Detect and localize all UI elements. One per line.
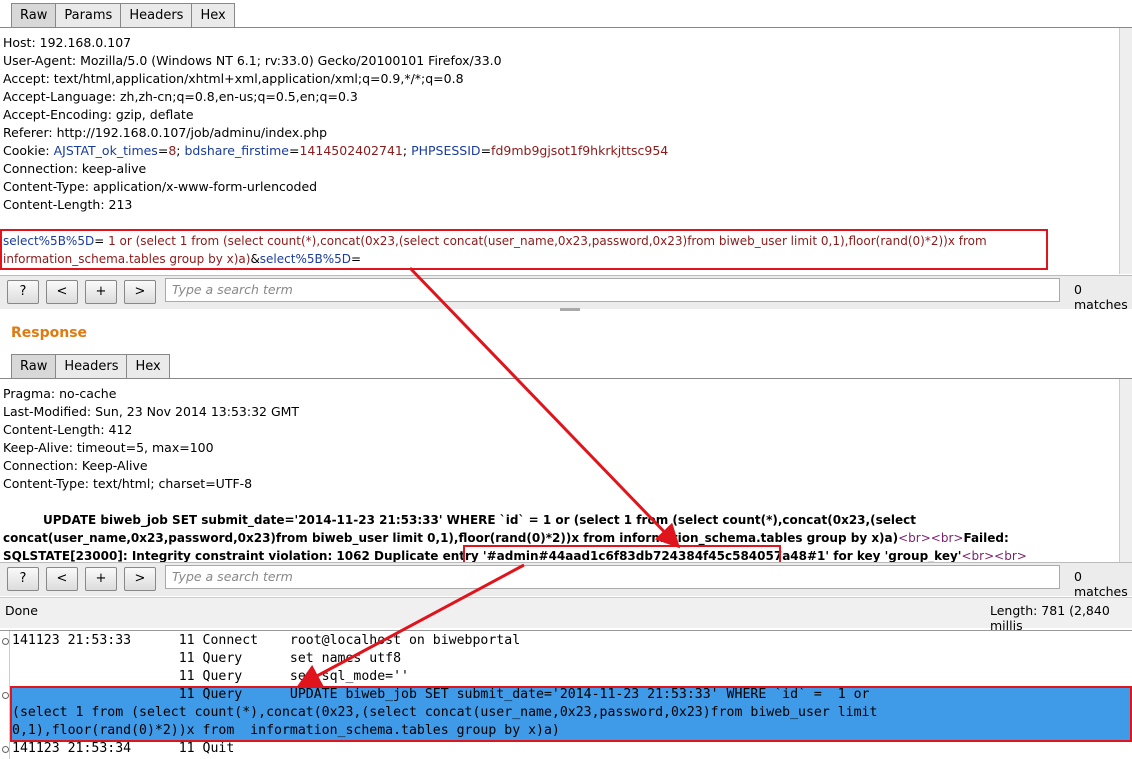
splitter-handle[interactable] [560,308,580,311]
response-scrollbar[interactable] [1119,379,1132,563]
cookie-value: 1414502402741 [299,143,403,158]
log-line: 141123 21:53:34 11 Quit [12,741,235,756]
request-header-line: Referer: http://192.168.0.107/job/adminu… [3,125,328,140]
log-line: 11 Query set names utf8 [12,651,402,666]
response-body-text: SQLSTATE[23000]: Integrity constraint vi… [3,549,487,563]
log-line: 141123 21:53:33 11 Connect root@localhos… [12,633,521,648]
tab-raw[interactable]: Raw [11,354,56,378]
previous-button[interactable]: < [46,567,78,591]
response-header-line: Pragma: no-cache [3,386,117,401]
request-match-count: 0 matches [1074,282,1128,312]
br-tag: <br> [930,531,964,545]
status-done: Done [5,603,38,618]
request-search-bar: ? < + > Type a search term 0 matches [0,275,1132,312]
response-header-line: Connection: Keep-Alive [3,458,148,473]
cookie-label: Cookie: [3,143,54,158]
response-body-text: concat(user_name,0x23,password,0x23)from… [3,531,899,545]
request-header-line: Host: 192.168.0.107 [3,35,132,50]
br-tag: <br> [994,549,1027,563]
request-header-line: Accept-Language: zh,zh-cn;q=0.8,en-us;q=… [3,89,358,104]
request-payload-highlight [0,229,1048,270]
log-marker-icon [2,692,9,699]
request-header-line: Content-Length: 213 [3,197,133,212]
response-search-bar: ? < + > Type a search term 0 matches [0,562,1132,599]
response-body-line: UPDATE biweb_job SET submit_date='2014-1… [43,513,916,527]
status-bar: Done Length: 781 (2,840 millis [0,597,1132,633]
response-pane[interactable]: Pragma: no-cache Last-Modified: Sun, 23 … [0,378,1132,563]
status-length: Length: 781 (2,840 millis [990,603,1110,633]
log-marker-icon [2,638,9,645]
cookie-value: fd9mb9gjsot1f9hkrkjttsc954 [491,143,669,158]
request-header-line: Accept: text/html,application/xhtml+xml,… [3,71,464,86]
request-header-line: Content-Type: application/x-www-form-url… [3,179,318,194]
br-tag: <br> [898,531,931,545]
response-header-line: Last-Modified: Sun, 23 Nov 2014 13:53:32… [3,404,300,419]
next-button[interactable]: > [124,567,156,591]
response-search-input[interactable]: Type a search term [165,565,1060,589]
cookie-value: 8 [168,143,177,158]
cookie-key: AJSTAT_ok_times [53,143,158,158]
tab-params[interactable]: Params [55,3,121,27]
tab-headers[interactable]: Headers [55,354,127,378]
previous-button[interactable]: < [46,280,78,304]
cookie-key: bdshare_firstime [184,143,289,158]
log-marker-icon [2,746,9,753]
tab-hex[interactable]: Hex [126,354,170,378]
help-button[interactable]: ? [7,567,39,591]
request-search-input[interactable]: Type a search term [165,278,1060,302]
response-match-count: 0 matches [1074,569,1128,599]
response-header-line: Content-Length: 412 [3,422,133,437]
request-tabs: Raw Params Headers Hex [11,3,235,27]
failed-label: Failed: [963,531,1009,545]
request-header-line: User-Agent: Mozilla/5.0 (Windows NT 6.1;… [3,53,502,68]
response-header-line: Keep-Alive: timeout=5, max=100 [3,440,214,455]
request-header-line: Connection: keep-alive [3,161,147,176]
tab-hex[interactable]: Hex [191,3,235,27]
cookie-line: Cookie: AJSTAT_ok_times=8; bdshare_first… [3,143,669,158]
response-body-text: #1' for key 'group_key' [807,549,962,563]
add-button[interactable]: + [85,280,117,304]
request-scrollbar[interactable] [1119,28,1132,274]
response-header-line: Content-Type: text/html; charset=UTF-8 [3,476,253,491]
log-line: 11 Query set sql_mode='' [12,669,409,684]
request-header-line: Accept-Encoding: gzip, deflate [3,107,194,122]
response-tabs: Raw Headers Hex [11,354,170,378]
cookie-key: PHPSESSID [411,143,481,158]
add-button[interactable]: + [85,567,117,591]
tab-headers[interactable]: Headers [120,3,192,27]
help-button[interactable]: ? [7,280,39,304]
log-query-highlight [10,686,1132,742]
response-title: Response [11,325,88,341]
tab-raw[interactable]: Raw [11,3,56,27]
next-button[interactable]: > [124,280,156,304]
br-tag: <br> [961,549,995,563]
